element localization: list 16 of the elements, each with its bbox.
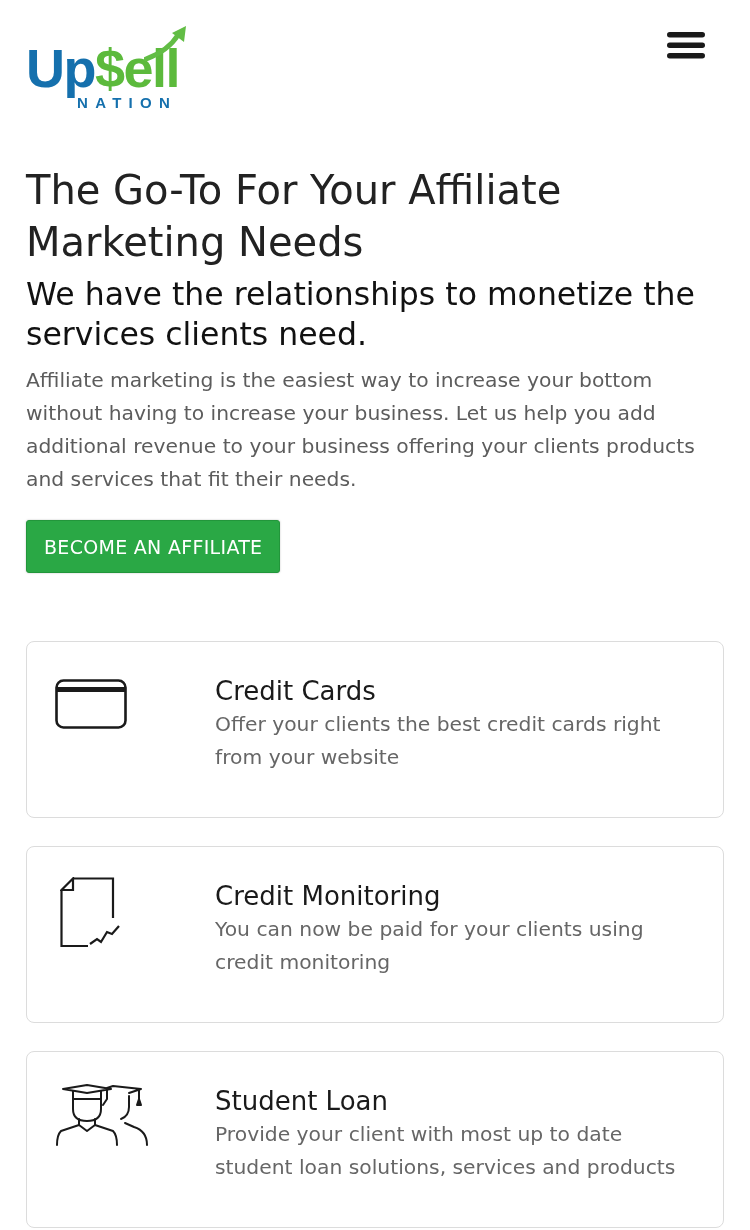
service-description: Offer your clients the best credit cards right from your website [215, 711, 662, 771]
logo-wordmark: Up$ell [26, 40, 180, 96]
service-description: Provide your client with most up to date student loan solutions, services and products [215, 1121, 677, 1181]
menu-icon[interactable] [667, 32, 705, 59]
hero-subtitle: We have the relationships to monetize the services clients need. [26, 275, 696, 354]
hero-title: The Go-To For Your Affiliate Marketing Needs [26, 166, 563, 267]
service-title: Credit Cards [215, 675, 377, 708]
service-title: Student Loan [215, 1085, 389, 1118]
hero-paragraph: Affiliate marketing is the easiest way to increase your bottom without having to increase your business. Let us help you add additional revenue to your business offering your clients products and services that fit their needs. [26, 367, 696, 493]
service-description: You can now be paid for your clients using credit monitoring [215, 916, 645, 976]
become-affiliate-button[interactable]: BECOME AN AFFILIATE [26, 520, 281, 573]
credit-card-icon [55, 679, 127, 729]
graduates-icon [55, 1083, 149, 1147]
document-chart-icon [60, 877, 121, 948]
logo-subtitle: NATION [77, 94, 178, 111]
service-title: Credit Monitoring [215, 880, 442, 913]
